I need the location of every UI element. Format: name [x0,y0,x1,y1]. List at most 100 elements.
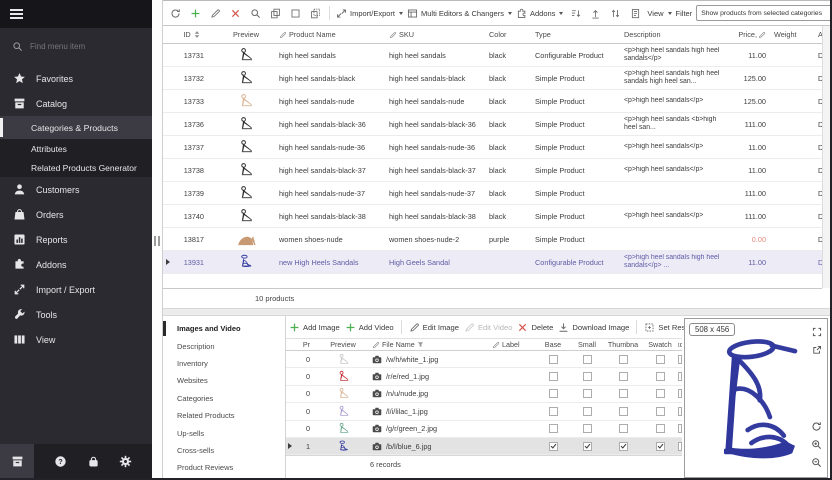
image-row[interactable]: 0 /w/h/white_1.jpg [286,351,682,368]
sidebar-item-catalog[interactable]: Catalog [0,91,152,116]
sidebar-item-view[interactable]: View [0,327,152,352]
sidebar-item-addons[interactable]: Addons [0,252,152,277]
checkbox[interactable] [619,407,628,416]
gear-icon[interactable] [119,455,132,468]
checkbox[interactable] [678,372,682,381]
view-button[interactable]: View [647,9,671,18]
add-icon[interactable] [187,5,203,21]
column-header[interactable]: Small [570,340,604,349]
checkbox[interactable] [656,424,665,433]
column-header[interactable]: Attribute Set Name [812,30,822,39]
products-grid-scrollbar[interactable] [822,26,830,288]
sort-az-icon[interactable] [567,5,583,21]
checkbox[interactable] [583,389,592,398]
filter-select[interactable]: Show products from selected categories [696,5,832,21]
tab-images-and-video[interactable]: Images and Video [163,320,285,337]
image-row[interactable]: 0 /g/r/green_2.jpg [286,421,682,438]
pencil-icon[interactable] [207,5,223,21]
catalog-shortcut-button[interactable] [0,444,34,478]
lock-icon[interactable] [87,455,100,468]
arrows-updown-icon[interactable] [607,5,623,21]
column-header[interactable]: Thumbna [604,340,642,349]
product-row[interactable]: 13817 women shoes-nude women shoes-nude-… [163,228,822,251]
image-row[interactable]: 0 /r/e/red_1.jpg [286,368,682,385]
product-row[interactable]: 13740 high heel sandals-black-38 high he… [163,205,822,228]
sidebar-item-orders[interactable]: Orders [0,202,152,227]
download-image-button[interactable]: Download Image [558,322,629,333]
tab-inventory[interactable]: Inventory [163,355,285,372]
column-header[interactable]: Type [532,30,618,39]
refresh-icon[interactable] [811,419,822,437]
copy-icon[interactable] [267,5,283,21]
page-export-icon[interactable] [627,5,643,21]
sidebar-item-attributes[interactable]: Attributes [0,139,152,158]
column-header[interactable]: File Name [370,340,490,349]
tab-websites[interactable]: Websites [163,372,285,389]
column-header[interactable]: Exclude [678,340,682,349]
product-row[interactable]: 13732 high heel sandals-black high heel … [163,67,822,90]
checkbox[interactable] [549,442,558,451]
sidebar-item-customers[interactable]: Customers [0,177,152,202]
column-header[interactable]: Description [618,31,730,39]
checkbox[interactable] [549,424,558,433]
tab-related-products[interactable]: Related Products [163,407,285,424]
column-header[interactable]: Preview [216,30,276,39]
tab-cross-sells[interactable]: Cross-sells [163,442,285,459]
sidebar-item-favorites[interactable]: Favorites [0,66,152,91]
product-row[interactable]: 13738 high heel sandals-black-37 high he… [163,159,822,182]
checkbox[interactable] [549,372,558,381]
column-header[interactable]: Swatch [642,340,678,349]
sidebar-item-tools[interactable]: Tools [0,302,152,327]
checkbox[interactable] [549,407,558,416]
column-header[interactable]: Color [486,30,532,39]
checkbox[interactable] [656,372,665,381]
sidebar-item-import-export[interactable]: Import / Export [0,277,152,302]
checkbox[interactable] [656,407,665,416]
column-header[interactable]: Pr [294,340,316,349]
add-video-button[interactable]: Add Video [345,322,394,333]
checkbox[interactable] [549,355,558,364]
column-header[interactable]: SKU [386,30,486,39]
sidebar-search-input[interactable]: Find menu item [0,34,152,58]
duplicate-icon[interactable] [307,5,323,21]
checkbox[interactable] [583,372,592,381]
menu-toggle-button[interactable] [0,0,152,28]
zoom-in-icon[interactable] [811,437,822,455]
sidebar-item-categories-products[interactable]: Categories & Products [0,116,152,139]
tab-categories[interactable]: Categories [163,390,285,407]
arrow-up-icon[interactable] [587,5,603,21]
product-row[interactable]: 13733 high heel sandals-nude high heel s… [163,90,822,113]
delete-x-icon[interactable] [227,5,243,21]
empty-box-icon[interactable] [287,5,303,21]
tab-up-sells[interactable]: Up-sells [163,424,285,441]
product-row[interactable]: 13731 high heel sandals high heel sandal… [163,44,822,67]
product-row[interactable]: 13739 high heel sandals-nude-37 high hee… [163,182,822,205]
checkbox[interactable] [678,424,682,433]
checkbox[interactable] [619,372,628,381]
checkbox[interactable] [656,355,665,364]
checkbox[interactable] [678,407,682,416]
checkbox[interactable] [583,355,592,364]
product-row[interactable]: 13737 high heel sandals-nude-36 high hee… [163,136,822,159]
tab-product-reviews[interactable]: Product Reviews [163,459,285,476]
checkbox[interactable] [678,442,682,451]
checkbox[interactable] [656,389,665,398]
add-image-button[interactable]: Add Image [289,322,340,333]
column-header[interactable]: Product Name [276,30,386,39]
checkbox[interactable] [678,355,682,364]
image-row[interactable]: 1 /b/l/blue_6.jpg [286,438,682,455]
checkbox[interactable] [619,442,628,451]
checkbox[interactable] [678,389,682,398]
image-row[interactable]: 0 /n/u/nude.jpg [286,386,682,403]
edit-video-button[interactable]: Edit Video [464,322,512,333]
image-row[interactable]: 0 /l/i/lilac_1.jpg [286,403,682,420]
column-header[interactable]: Preview [316,340,370,349]
checkbox[interactable] [619,355,628,364]
product-row[interactable]: 13736 high heel sandals-black-36 high he… [163,113,822,136]
column-header[interactable]: Price, [730,30,774,39]
sidebar-splitter[interactable] [152,0,163,478]
checkbox[interactable] [583,424,592,433]
addons-button[interactable]: Addons [516,8,563,19]
checkbox[interactable] [656,442,665,451]
multi-editors-button[interactable]: Multi Editors & Changers [407,8,512,19]
